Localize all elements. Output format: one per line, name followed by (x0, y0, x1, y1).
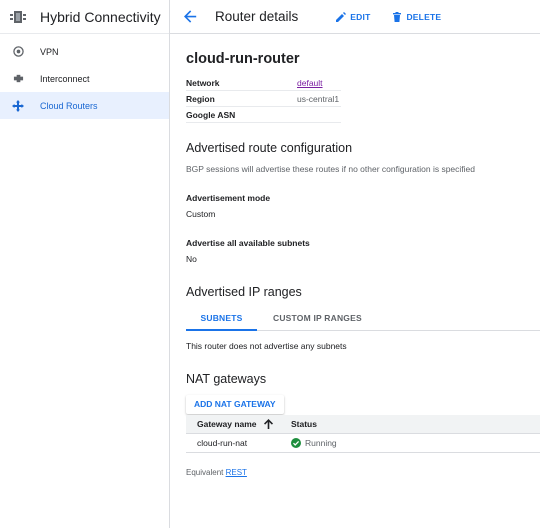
network-link[interactable]: default (297, 78, 323, 88)
router-name: cloud-run-router (186, 51, 300, 67)
advertisement-mode-label: Advertisement mode (186, 193, 271, 203)
ip-ranges-heading: Advertised IP ranges (186, 285, 302, 299)
top-bar: Router details EDIT DELETE (170, 0, 540, 34)
table-row: cloud-run-nat Running (186, 434, 540, 453)
property-key: Network (186, 75, 297, 91)
back-arrow-icon[interactable] (182, 9, 198, 25)
advertised-route-description: BGP sessions will advertise these routes… (186, 164, 475, 174)
sidebar-item-vpn[interactable]: VPN (0, 38, 169, 65)
ip-ranges-tabs: SUBNETS CUSTOM IP RANGES (186, 307, 540, 331)
table-header: Gateway name Status (186, 415, 540, 434)
sidebar: Hybrid Connectivity VPN Interconnect Clo… (0, 0, 170, 528)
page-title: Router details (215, 9, 299, 24)
delete-label: DELETE (406, 11, 442, 22)
equivalent-label: Equivalent (186, 468, 224, 477)
advertisement-mode-value: Custom (186, 209, 216, 219)
vpn-icon (12, 46, 24, 58)
subnets-message: This router does not advertise any subne… (186, 341, 347, 351)
property-value: us-central1 (297, 91, 341, 107)
column-header-label: Gateway name (197, 419, 257, 429)
advertised-route-heading: Advertised route configuration (186, 141, 353, 155)
gateway-name-cell[interactable]: cloud-run-nat (186, 438, 291, 448)
delete-button[interactable]: DELETE (392, 11, 442, 22)
property-key: Region (186, 91, 297, 107)
property-value: default (297, 75, 341, 91)
advertise-subnets-label: Advertise all available subnets (186, 238, 310, 248)
sort-arrow-up-icon (263, 419, 273, 429)
advertise-subnets-value: No (186, 254, 197, 264)
edit-button[interactable]: EDIT (336, 11, 371, 22)
add-nat-gateway-button[interactable]: ADD NAT GATEWAY (186, 395, 284, 414)
column-header-status: Status (291, 419, 317, 429)
rest-link[interactable]: REST (226, 468, 247, 477)
sidebar-item-label: VPN (40, 46, 59, 57)
property-row: Network default (186, 75, 341, 91)
status-cell: Running (291, 438, 337, 448)
router-properties: Network default Region us-central1 Googl… (186, 75, 341, 123)
tab-subnets[interactable]: SUBNETS (186, 307, 257, 331)
status-text: Running (305, 438, 337, 448)
cloud-routers-icon (12, 99, 24, 112)
property-key: Google ASN (186, 107, 297, 123)
trash-icon (392, 11, 402, 22)
sidebar-header: Hybrid Connectivity (0, 0, 169, 34)
sidebar-item-cloud-routers[interactable]: Cloud Routers (0, 92, 169, 119)
nat-gateways-table: Gateway name Status cloud-run-nat Runnin… (186, 415, 540, 453)
sidebar-title: Hybrid Connectivity (40, 8, 161, 25)
check-circle-icon (291, 438, 301, 448)
property-row: Region us-central1 (186, 91, 341, 107)
property-value (297, 107, 341, 123)
pencil-icon (336, 11, 347, 22)
column-header-gateway-name[interactable]: Gateway name (186, 419, 291, 429)
property-row: Google ASN (186, 107, 341, 123)
interconnect-icon (12, 73, 24, 85)
sidebar-item-label: Cloud Routers (40, 100, 98, 111)
nat-gateways-heading: NAT gateways (186, 372, 267, 386)
sidebar-item-label: Interconnect (40, 73, 90, 84)
tab-custom-ip-ranges[interactable]: CUSTOM IP RANGES (273, 307, 362, 331)
edit-label: EDIT (350, 11, 371, 22)
hybrid-connectivity-icon (9, 8, 27, 26)
sidebar-item-interconnect[interactable]: Interconnect (0, 65, 169, 92)
equivalent-rest: Equivalent REST (186, 468, 247, 477)
